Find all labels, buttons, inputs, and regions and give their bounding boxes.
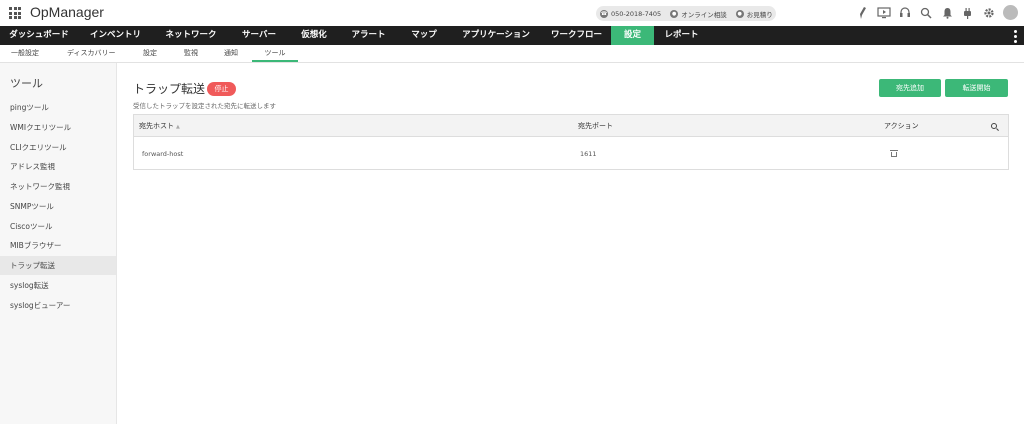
headset-icon[interactable] [898, 6, 912, 20]
chat-icon: ● [670, 9, 679, 18]
page-description: 受信したトラップを設定された宛先に転送します [133, 102, 276, 110]
sidebar-item-syslog-forward[interactable]: syslog転送 [0, 276, 116, 295]
quote-icon: ● [735, 9, 744, 18]
phone-number[interactable]: 050-2018-7405 [611, 10, 661, 18]
subnav-notification[interactable]: 通知 [224, 45, 238, 62]
sidebar-item-mib-browser[interactable]: MIBブラウザー [0, 236, 116, 255]
sidebar-item-snmp[interactable]: SNMPツール [0, 197, 116, 216]
subnav-general[interactable]: 一般設定 [11, 45, 39, 62]
table-search-icon[interactable] [991, 123, 997, 129]
online-consult-link[interactable]: オンライン相談 [681, 9, 727, 19]
search-icon[interactable] [919, 6, 933, 20]
subnav-tools[interactable]: ツール [252, 45, 298, 62]
sidebar-title: ツール [10, 77, 43, 90]
column-header-host-label: 宛先ホスト [139, 122, 174, 130]
trash-icon[interactable] [890, 150, 898, 157]
subnav-monitoring[interactable]: 監視 [184, 45, 198, 62]
contact-bar: ☎ 050-2018-7405 ● オンライン相談 ● お見積り [596, 6, 776, 21]
nav-server[interactable]: サーバー [229, 26, 289, 45]
sort-icon: ▲ [176, 124, 180, 130]
sidebar-item-trap-forward[interactable]: トラップ転送 [0, 256, 116, 275]
cell-host: forward-host [142, 150, 184, 158]
monitor-icon[interactable] [877, 6, 891, 20]
nav-applications[interactable]: アプリケーション [450, 26, 542, 45]
nav-alerts[interactable]: アラート [339, 26, 398, 45]
more-menu-icon[interactable] [1014, 30, 1017, 43]
page-title: トラップ転送 [133, 82, 206, 96]
top-icons [856, 5, 1018, 20]
sidebar: ツール pingツール WMIクエリツール CLIクエリツール アドレス監視 ネ… [0, 63, 117, 424]
top-bar: OpManager ☎ 050-2018-7405 ● オンライン相談 ● お見… [0, 0, 1024, 26]
avatar[interactable] [1003, 5, 1018, 20]
nav-virtualization[interactable]: 仮想化 [289, 26, 339, 45]
plug-icon[interactable] [961, 6, 975, 20]
rocket-icon[interactable] [856, 6, 870, 20]
nav-network[interactable]: ネットワーク [153, 26, 229, 45]
subnav-config[interactable]: 設定 [143, 45, 157, 62]
app-grid-icon[interactable] [9, 7, 21, 19]
sidebar-item-wmi[interactable]: WMIクエリツール [0, 118, 116, 137]
sidebar-item-syslog-viewer[interactable]: syslogビューアー [0, 296, 116, 315]
sidebar-item-ping[interactable]: pingツール [0, 98, 116, 117]
main-content: トラップ転送 停止 受信したトラップを設定された宛先に転送します 宛先追加 転送… [117, 63, 1024, 424]
nav-settings[interactable]: 設定 [611, 26, 654, 45]
sidebar-item-cli[interactable]: CLIクエリツール [0, 138, 116, 157]
nav-workflow[interactable]: ワークフロー [542, 26, 611, 45]
phone-icon: ☎ [600, 9, 608, 18]
destinations-table: 宛先ホスト ▲ 宛先ポート アクション forward-host 1611 [133, 114, 1009, 170]
bell-icon[interactable] [940, 6, 954, 20]
sub-nav: 一般設定 ディスカバリー 設定 監視 通知 ツール [0, 45, 1024, 63]
nav-dashboard[interactable]: ダッシュボード [0, 26, 78, 45]
cell-port: 1611 [580, 150, 597, 158]
start-forwarding-button[interactable]: 転送開始 [945, 79, 1008, 97]
quote-link[interactable]: お見積り [747, 9, 773, 19]
add-destination-button[interactable]: 宛先追加 [879, 79, 941, 97]
app-title[interactable]: OpManager [30, 4, 104, 20]
nav-maps[interactable]: マップ [398, 26, 450, 45]
main-nav: ダッシュボード インベントリ ネットワーク サーバー 仮想化 アラート マップ … [0, 26, 1024, 45]
table-header: 宛先ホスト ▲ 宛先ポート アクション [134, 115, 1008, 137]
nav-reports[interactable]: レポート [654, 26, 709, 45]
gear-icon[interactable] [982, 6, 996, 20]
column-header-action: アクション [884, 122, 919, 130]
sidebar-item-network-monitor[interactable]: ネットワーク監視 [0, 177, 116, 196]
nav-inventory[interactable]: インベントリ [78, 26, 153, 45]
column-header-port: 宛先ポート [578, 122, 613, 130]
status-badge: 停止 [207, 82, 236, 96]
sidebar-item-address-monitor[interactable]: アドレス監視 [0, 157, 116, 176]
subnav-discovery[interactable]: ディスカバリー [67, 45, 116, 62]
sidebar-item-cisco[interactable]: Ciscoツール [0, 217, 116, 236]
column-header-host[interactable]: 宛先ホスト ▲ [139, 115, 180, 137]
